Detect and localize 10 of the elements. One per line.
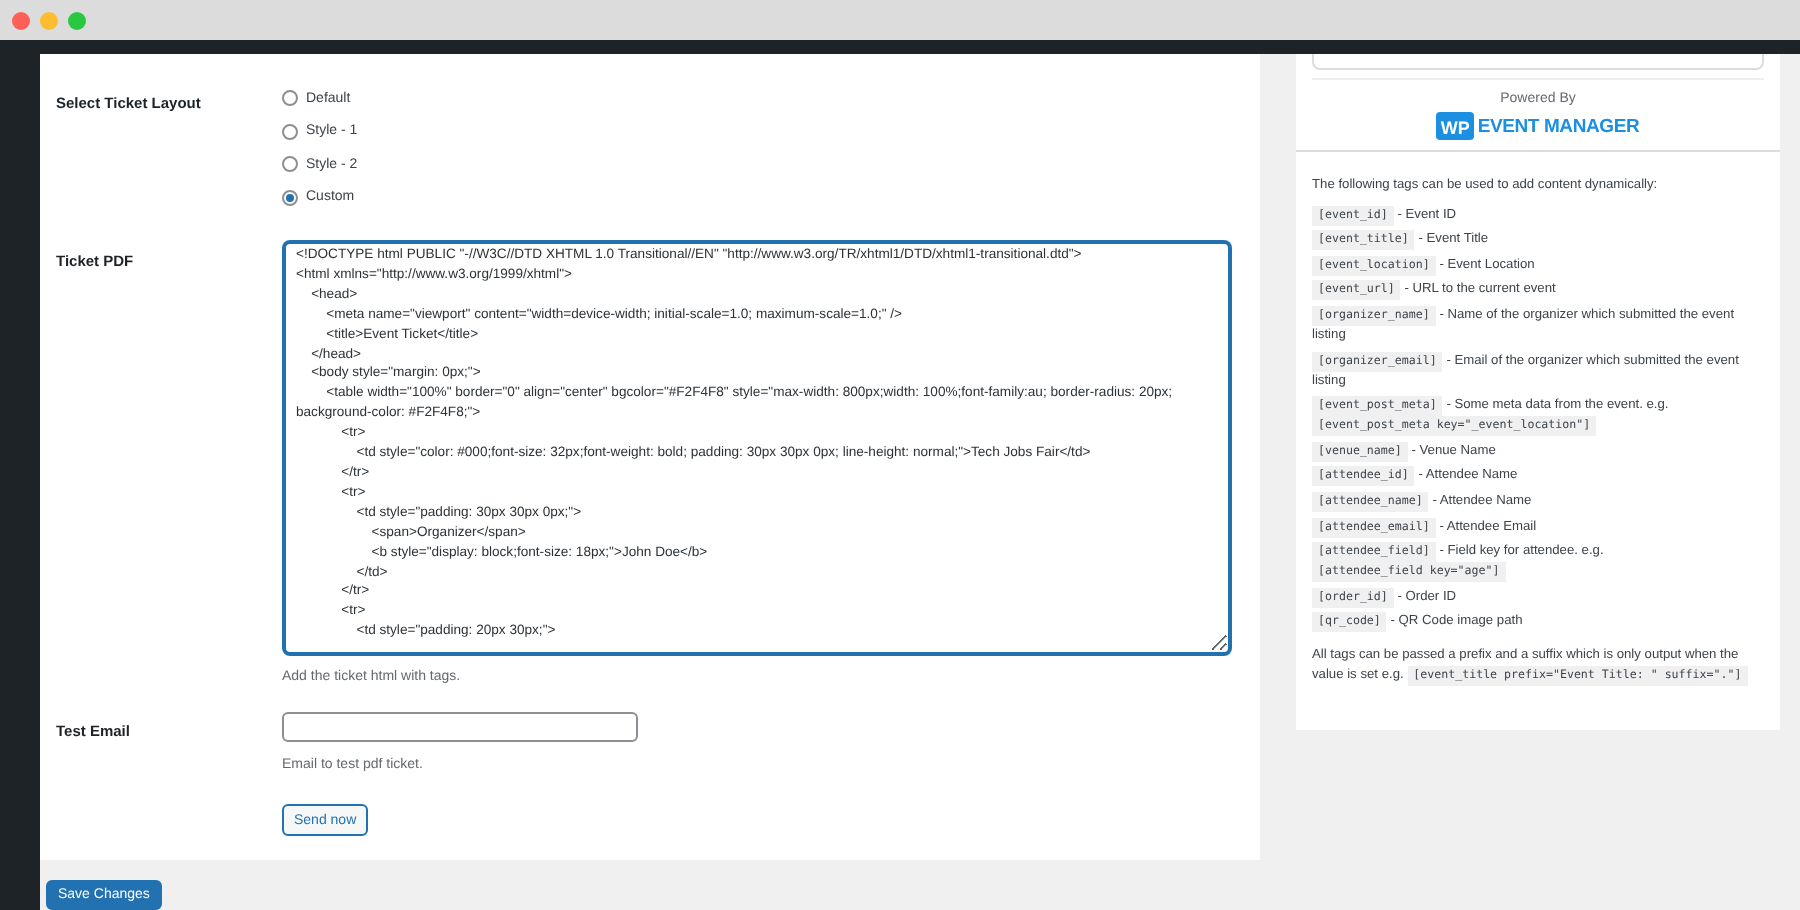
radio-icon[interactable] — [282, 189, 298, 206]
minimize-dot[interactable] — [40, 11, 58, 29]
radio-icon[interactable] — [282, 123, 298, 140]
radio-icon[interactable] — [282, 156, 298, 173]
maximize-dot[interactable] — [68, 11, 86, 29]
radio-icon[interactable] — [282, 90, 298, 107]
logo-mark: WP — [1436, 112, 1474, 140]
email-input[interactable] — [282, 712, 638, 742]
close-dot[interactable] — [12, 11, 30, 29]
logo-name: EVENT MANAGER — [1477, 115, 1640, 137]
